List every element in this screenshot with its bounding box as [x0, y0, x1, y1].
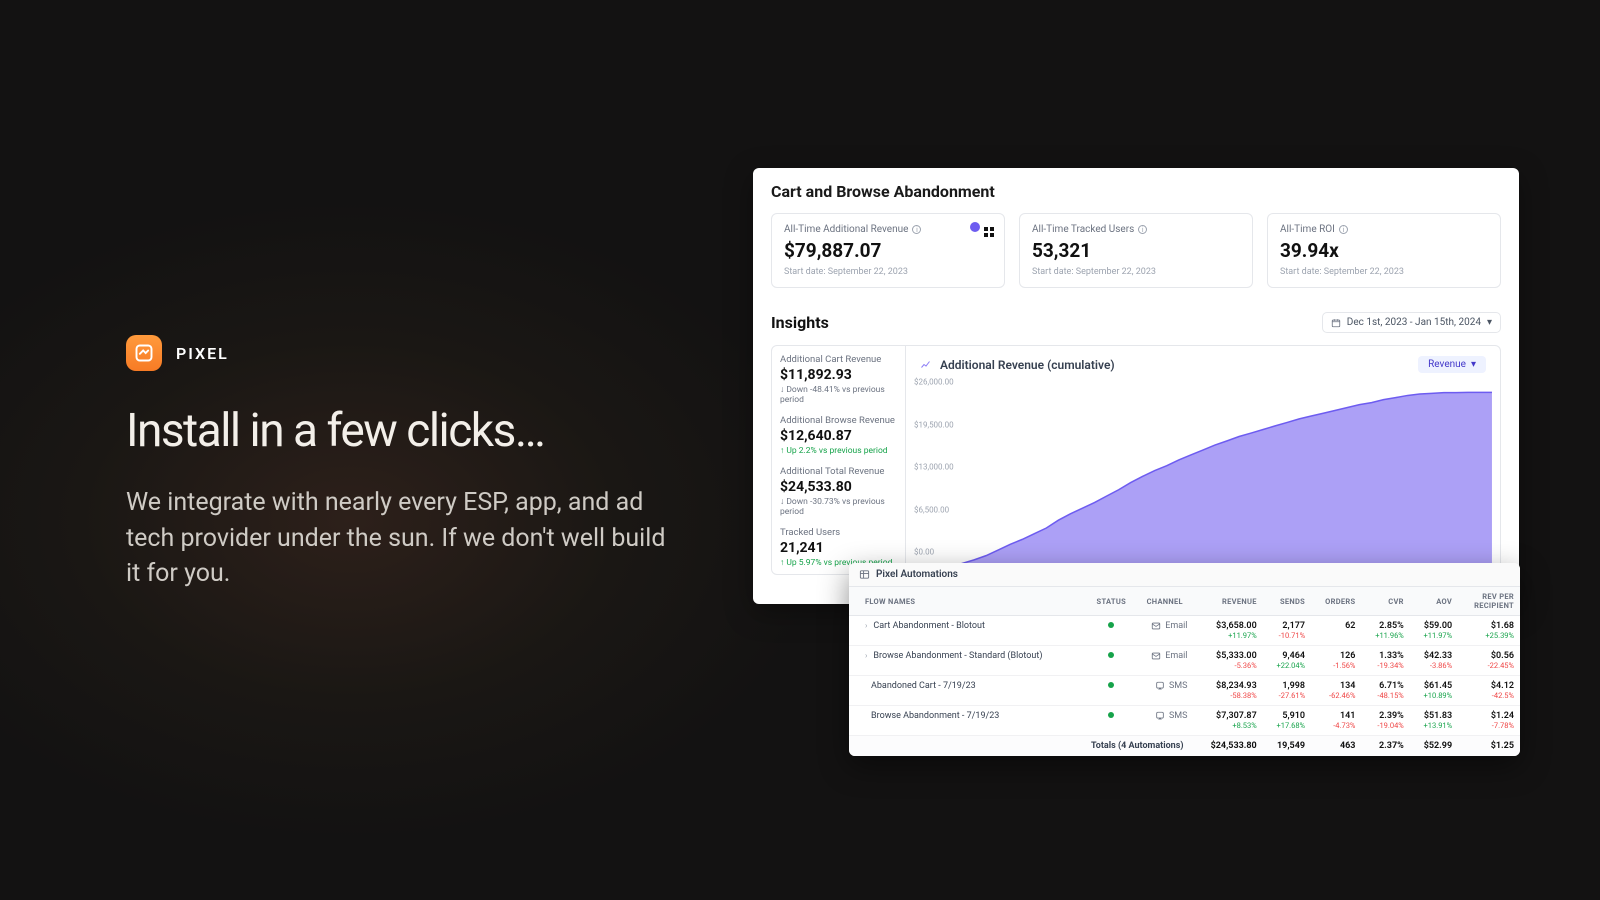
channel-cell: SMS	[1142, 711, 1188, 721]
line-chart-icon	[920, 359, 932, 371]
brand-logo-row: PIXEL	[126, 335, 686, 371]
kpi-roi: All-Time ROI i 39.94x Start date: Septemb…	[1267, 213, 1501, 288]
totals-row: Totals (4 Automations) $24,533.8019,5494…	[849, 736, 1520, 757]
date-range-label: Dec 1st, 2023 - Jan 15th, 2024	[1347, 317, 1481, 328]
status-dot	[1108, 682, 1114, 688]
table-row[interactable]: Browse Abandonment - 7/19/23SMS$7,307.87…	[849, 706, 1520, 736]
kpi-label: All-Time Additional Revenue	[784, 224, 908, 235]
channel-cell: Email	[1142, 621, 1188, 631]
chart-title: Additional Revenue (cumulative)	[920, 358, 1115, 372]
status-dot	[1108, 712, 1114, 718]
grid-toggle-icon[interactable]	[984, 222, 994, 232]
expand-icon[interactable]: ›	[865, 651, 867, 660]
table-row[interactable]: Abandoned Cart - 7/19/23SMS$8,234.93-58.…	[849, 676, 1520, 706]
subheadline: We integrate with nearly every ESP, app,…	[126, 485, 666, 592]
info-icon[interactable]: i	[912, 225, 921, 234]
chart-toggle-icon[interactable]	[970, 222, 980, 232]
marketing-block: PIXEL Install in a few clicks… We integr…	[126, 335, 686, 592]
calendar-icon	[1331, 318, 1341, 328]
info-icon[interactable]: i	[1138, 225, 1147, 234]
status-dot	[1108, 652, 1114, 658]
automations-header: Pixel Automations	[849, 563, 1520, 587]
date-range-picker[interactable]: Dec 1st, 2023 - Jan 15th, 2024 ▾	[1322, 312, 1501, 333]
side-metrics: Additional Cart Revenue $11,892.93 ↓ Dow…	[771, 345, 906, 575]
kpi-sub: Start date: September 22, 2023	[1280, 267, 1488, 277]
status-dot	[1108, 622, 1114, 628]
kpi-value: $79,887.07	[784, 239, 992, 262]
kpi-label: All-Time ROI	[1280, 224, 1335, 235]
kpi-value: 53,321	[1032, 239, 1240, 262]
area-chart	[950, 382, 1492, 566]
brand-name: PIXEL	[176, 344, 229, 363]
kpi-sub: Start date: September 22, 2023	[784, 267, 992, 277]
kpi-revenue: All-Time Additional Revenuei $79,887.07 …	[771, 213, 1005, 288]
kpi-label: All-Time Tracked Users	[1032, 224, 1134, 235]
automations-table: FLOW NAMESSTATUSCHANNELREVENUESENDSORDER…	[849, 587, 1520, 756]
insights-title: Insights	[771, 313, 829, 332]
pixel-logo-icon	[126, 335, 162, 371]
table-icon	[859, 569, 870, 580]
channel-cell: Email	[1142, 651, 1188, 661]
chart-metric-dropdown[interactable]: Revenue ▾	[1418, 356, 1486, 373]
kpi-sub: Start date: September 22, 2023	[1032, 267, 1240, 277]
info-icon[interactable]: i	[1339, 225, 1348, 234]
table-row[interactable]: ›Browse Abandonment - Standard (Blotout)…	[849, 646, 1520, 676]
dashboard-title: Cart and Browse Abandonment	[771, 182, 1501, 201]
channel-cell: SMS	[1142, 681, 1188, 691]
expand-icon[interactable]: ›	[865, 621, 867, 630]
headline: Install in a few clicks…	[126, 407, 686, 455]
kpi-users: All-Time Tracked Users i 53,321 Start dat…	[1019, 213, 1253, 288]
dashboard-card: Cart and Browse Abandonment All-Time Add…	[753, 168, 1519, 604]
chevron-down-icon: ▾	[1471, 359, 1476, 370]
automations-card: Pixel Automations FLOW NAMESSTATUSCHANNE…	[849, 563, 1520, 756]
kpi-value: 39.94x	[1280, 239, 1488, 262]
table-row[interactable]: ›Cart Abandonment - BlotoutEmail$3,658.0…	[849, 616, 1520, 646]
kpi-row: All-Time Additional Revenuei $79,887.07 …	[771, 213, 1501, 288]
chart-panel: Additional Revenue (cumulative) Revenue …	[906, 345, 1501, 575]
chevron-down-icon: ▾	[1487, 317, 1492, 328]
